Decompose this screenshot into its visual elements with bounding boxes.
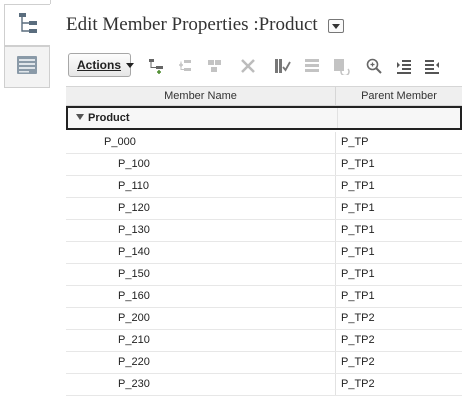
member-name-cell[interactable]: P_120	[66, 198, 336, 219]
table-row[interactable]: P_210 P_TP2	[66, 330, 462, 352]
members-grid: Member Name Parent Member Product P_000 …	[66, 86, 462, 408]
grid-header: Member Name Parent Member	[66, 86, 462, 106]
delete-icon[interactable]	[238, 56, 258, 76]
parent-member-cell[interactable]: P_TP1	[336, 264, 462, 285]
table-row[interactable]: P_140 P_TP1	[66, 242, 462, 264]
root-member-name: Product	[88, 112, 130, 124]
table-row[interactable]: P_000 P_TP	[66, 132, 462, 154]
parent-member-cell[interactable]: P_TP1	[336, 154, 462, 175]
move-icon[interactable]	[302, 56, 322, 76]
parent-member-cell[interactable]	[338, 108, 462, 128]
list-icon	[15, 53, 39, 82]
table-row-root[interactable]: Product	[66, 106, 462, 130]
parent-member-cell[interactable]: P_TP1	[336, 286, 462, 307]
table-row[interactable]: P_230 P_TP2	[66, 374, 462, 396]
validate-icon[interactable]	[272, 56, 292, 76]
toolbar: Actions	[66, 52, 462, 80]
member-name-cell[interactable]: P_160	[66, 286, 336, 307]
add-child-icon[interactable]	[146, 56, 166, 76]
table-row[interactable]: P_100 P_TP1	[66, 154, 462, 176]
hierarchy-view-tab[interactable]	[4, 4, 50, 46]
side-rail	[0, 0, 52, 408]
duplicate-icon[interactable]	[204, 56, 224, 76]
member-name-cell[interactable]: P_100	[66, 154, 336, 175]
table-row[interactable]: P_160 P_TP1	[66, 286, 462, 308]
add-sibling-icon[interactable]	[175, 56, 195, 76]
member-name-cell[interactable]: P_140	[66, 242, 336, 263]
parent-member-cell[interactable]: P_TP	[336, 132, 462, 153]
parent-member-cell[interactable]: P_TP2	[336, 308, 462, 329]
member-name-cell[interactable]: P_110	[66, 176, 336, 197]
table-row[interactable]: P_130 P_TP1	[66, 220, 462, 242]
parent-member-cell[interactable]: P_TP1	[336, 198, 462, 219]
member-name-cell[interactable]: P_220	[66, 352, 336, 373]
rail-divider	[50, 0, 51, 4]
list-view-tab[interactable]	[4, 46, 50, 88]
table-row[interactable]: P_110 P_TP1	[66, 176, 462, 198]
parent-member-cell[interactable]: P_TP1	[336, 242, 462, 263]
member-name-cell[interactable]: P_000	[66, 132, 336, 153]
chevron-down-icon	[126, 62, 135, 68]
page-title: Edit Member Properties :Product	[66, 14, 318, 35]
member-name-cell[interactable]: P_200	[66, 308, 336, 329]
collapse-icon[interactable]	[422, 56, 442, 76]
expand-icon[interactable]	[394, 56, 414, 76]
zoom-icon[interactable]	[364, 56, 384, 76]
title-dropdown-button[interactable]	[327, 19, 344, 33]
hierarchy-icon	[16, 11, 40, 40]
member-name-cell[interactable]: P_150	[66, 264, 336, 285]
parent-member-cell[interactable]: P_TP2	[336, 374, 462, 395]
parent-member-cell[interactable]: P_TP2	[336, 330, 462, 351]
table-row[interactable]: P_120 P_TP1	[66, 198, 462, 220]
actions-menu-button[interactable]: Actions	[68, 53, 135, 77]
parent-member-cell[interactable]: P_TP2	[336, 352, 462, 373]
table-row[interactable]: P_200 P_TP2	[66, 308, 462, 330]
page-title-bar: Edit Member Properties :Product	[66, 14, 344, 36]
parent-member-cell[interactable]: P_TP1	[336, 220, 462, 241]
column-header-member-name[interactable]: Member Name	[66, 87, 336, 105]
refresh-icon[interactable]	[331, 56, 351, 76]
member-name-cell[interactable]: Product	[68, 108, 338, 128]
member-name-cell[interactable]: P_130	[66, 220, 336, 241]
member-name-cell[interactable]: P_210	[66, 330, 336, 351]
expand-triangle-icon[interactable]	[76, 114, 84, 121]
actions-label: Actions	[77, 58, 122, 72]
parent-member-cell[interactable]: P_TP1	[336, 176, 462, 197]
member-name-cell[interactable]: P_230	[66, 374, 336, 395]
column-header-parent-member[interactable]: Parent Member	[336, 87, 462, 105]
table-row[interactable]: P_220 P_TP2	[66, 352, 462, 374]
table-row[interactable]: P_150 P_TP1	[66, 264, 462, 286]
